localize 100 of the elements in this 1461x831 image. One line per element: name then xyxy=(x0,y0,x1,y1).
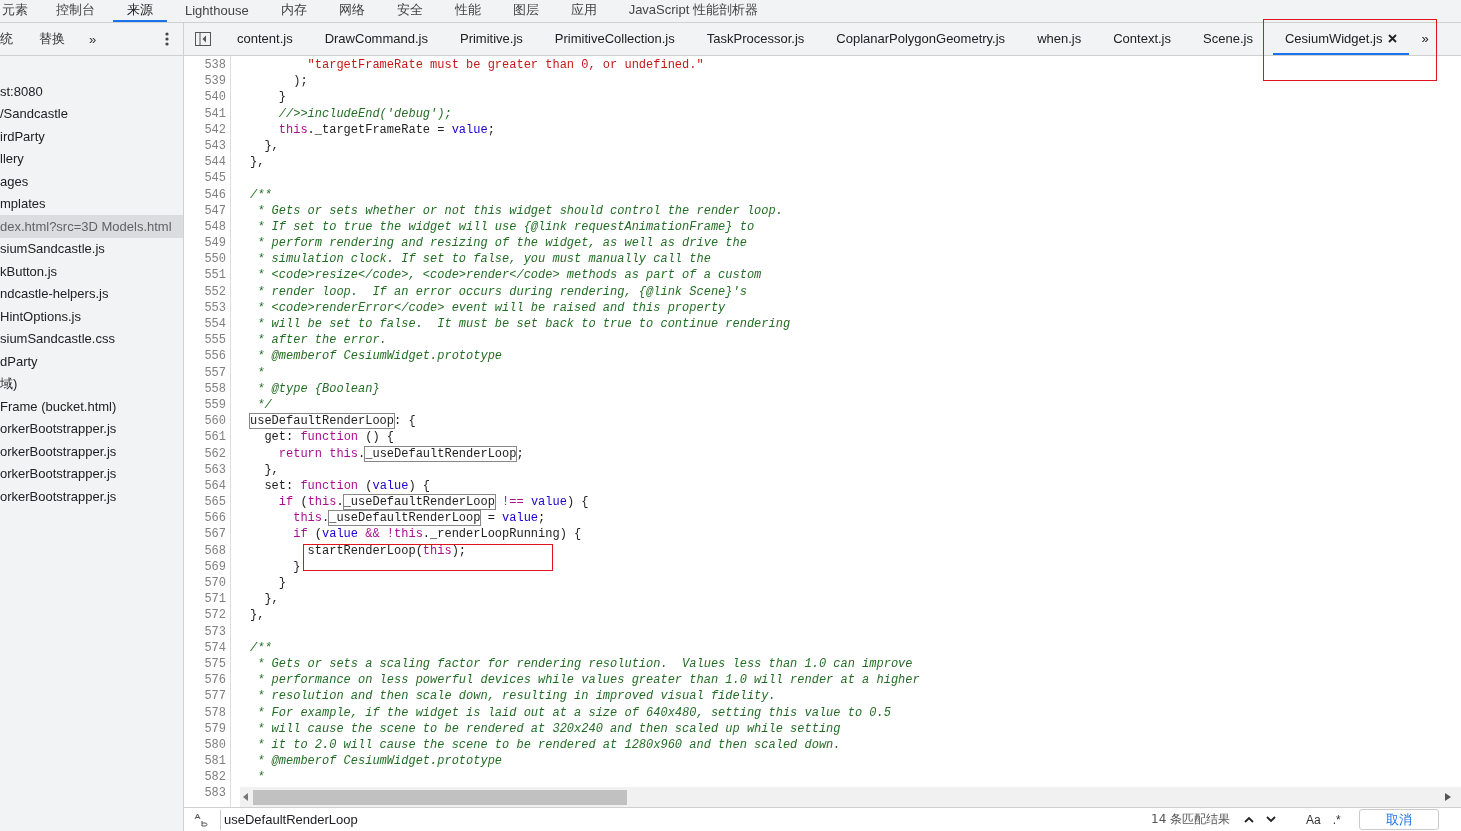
code-line: useDefaultRenderLoop: { xyxy=(250,413,416,430)
horizontal-scrollbar[interactable] xyxy=(240,787,1461,807)
line-number: 566 xyxy=(204,510,226,527)
line-number: 538 xyxy=(204,57,226,74)
code-line: * xyxy=(256,769,265,786)
file-tab[interactable]: CesiumWidget.js xyxy=(1272,23,1410,55)
panel-tab[interactable]: 控制台 xyxy=(42,0,109,22)
file-tree-item[interactable]: ages xyxy=(0,170,183,193)
navigator-tab[interactable]: 统 xyxy=(0,30,27,48)
line-number: 562 xyxy=(204,445,226,462)
scroll-left-icon[interactable] xyxy=(243,793,249,801)
file-tree-item[interactable]: dParty xyxy=(0,350,183,373)
file-tree-item[interactable]: kButton.js xyxy=(0,260,183,283)
more-tabs-button[interactable]: » xyxy=(1413,23,1437,55)
code-line: if (this._useDefaultRenderLoop !== value) { xyxy=(277,494,589,511)
line-number: 548 xyxy=(204,218,226,236)
panel-tab[interactable]: 网络 xyxy=(324,0,379,22)
file-tree-item[interactable]: orkerBootstrapper.js xyxy=(0,417,183,440)
file-tree-item[interactable]: /Sandcastle xyxy=(0,102,183,125)
file-tree-item[interactable]: ndcastle-helpers.js xyxy=(0,282,183,305)
navigator-tab[interactable]: 替换 xyxy=(27,30,77,48)
code-line: } xyxy=(277,575,286,592)
file-tab[interactable]: CoplanarPolygonGeometry.js xyxy=(820,23,1022,55)
line-number: 579 xyxy=(204,720,226,737)
line-number: 565 xyxy=(204,494,226,511)
line-number: 578 xyxy=(204,704,226,721)
code-line: * xyxy=(256,364,265,381)
line-number: 545 xyxy=(204,170,226,187)
code-line: }, xyxy=(263,137,279,155)
file-tree-item[interactable]: HintOptions.js xyxy=(0,305,183,328)
code-line: //>>includeEnd('debug'); xyxy=(277,105,452,122)
line-number: 568 xyxy=(204,542,226,559)
code-line: * Gets or sets whether or not this widget should control the render loop. xyxy=(256,202,783,219)
line-number: 573 xyxy=(204,623,226,640)
panel-tab[interactable]: 元素 xyxy=(0,0,38,22)
panel-tab[interactable]: 性能 xyxy=(440,0,495,22)
line-number: 572 xyxy=(204,607,226,624)
file-tab[interactable]: TaskProcessor.js xyxy=(690,23,821,55)
close-icon[interactable] xyxy=(1388,33,1398,43)
file-tab[interactable]: DrawCommand.js xyxy=(308,23,444,55)
code-line: } xyxy=(277,89,286,106)
line-number: 551 xyxy=(204,267,226,284)
file-tab[interactable]: Primitive.js xyxy=(443,23,539,55)
code-line: * @type {Boolean} xyxy=(256,380,380,397)
scroll-right-icon[interactable] xyxy=(1445,793,1451,801)
line-number: 542 xyxy=(204,121,226,138)
code-line: * performance on less powerful devices while values greater than 1.0 will render at a higher xyxy=(256,672,920,689)
file-tree-item[interactable]: llery xyxy=(0,147,183,170)
file-tree-item[interactable]: siumSandcastle.css xyxy=(0,327,183,350)
replace-toggle-icon[interactable] xyxy=(194,812,208,827)
file-tree-item[interactable]: orkerBootstrapper.js xyxy=(0,440,183,463)
cancel-button[interactable]: 取消 xyxy=(1358,809,1439,830)
file-tree-item[interactable]: orkerBootstrapper.js xyxy=(0,485,183,508)
file-tab[interactable]: Scene.js xyxy=(1187,23,1269,55)
file-tab[interactable]: PrimitiveCollection.js xyxy=(538,23,691,55)
more-options-icon[interactable] xyxy=(165,32,169,46)
line-number: 561 xyxy=(204,429,226,446)
panel-tab[interactable]: 安全 xyxy=(382,0,437,22)
code-line: set: function (value) { xyxy=(263,477,431,495)
file-tree-item[interactable]: orkerBootstrapper.js xyxy=(0,462,183,485)
file-tree-item[interactable]: Frame (bucket.html) xyxy=(0,395,183,418)
more-tabs-button[interactable]: » xyxy=(77,31,109,47)
line-number: 575 xyxy=(204,655,226,673)
code-line: }, xyxy=(250,607,265,624)
file-tree-item[interactable]: dex.html?src=3D Models.html xyxy=(0,215,183,238)
line-number: 583 xyxy=(204,785,226,802)
line-number: 571 xyxy=(204,591,226,608)
file-tree-item[interactable]: 域) xyxy=(0,372,183,395)
panel-tab[interactable]: 图层 xyxy=(498,0,553,22)
match-count: 14 条匹配结果 xyxy=(1150,811,1232,828)
code-line: * resolution and then scale down, resulting in improved visual fidelity. xyxy=(256,688,776,705)
code-line: * If set to true the widget will use {@link requestAnimationFrame} to xyxy=(256,218,755,236)
code-line: * For example, if the widget is laid out at a size of 640x480, setting this value to 0.5 xyxy=(256,704,891,721)
panel-tab[interactable]: JavaScript 性能剖析器 xyxy=(614,0,772,22)
line-number: 543 xyxy=(204,137,226,155)
code-line: * will cause the scene to be rendered at 320x240 and then scaled up while setting xyxy=(256,720,841,737)
file-tab[interactable]: content.js xyxy=(221,23,309,55)
file-tab[interactable]: Context.js xyxy=(1097,23,1187,55)
line-number: 563 xyxy=(204,461,226,478)
file-tree-item[interactable]: st:8080 xyxy=(0,80,183,103)
code-line: ); xyxy=(292,73,308,90)
line-number: 547 xyxy=(204,202,226,219)
panel-tab[interactable]: Lighthouse xyxy=(171,0,263,22)
line-number: 567 xyxy=(204,526,226,543)
code-line: if (value && !this._renderLoopRunning) { xyxy=(292,526,582,543)
line-number: 560 xyxy=(204,413,226,430)
file-tree-item[interactable]: mplates xyxy=(0,192,183,215)
panel-tab[interactable]: 内存 xyxy=(266,0,321,22)
code-line: * @memberof CesiumWidget.prototype xyxy=(256,348,503,365)
file-tree-item[interactable]: irdParty xyxy=(0,125,183,148)
line-number: 550 xyxy=(204,251,226,268)
code-line: this._useDefaultRenderLoop = value; xyxy=(292,510,546,527)
line-number: 574 xyxy=(204,639,226,656)
file-tab[interactable]: when.js xyxy=(1021,23,1098,55)
toggle-navigator-icon[interactable] xyxy=(195,32,211,46)
code-line: * after the error. xyxy=(256,332,387,349)
code-line: return this._useDefaultRenderLoop; xyxy=(277,445,524,462)
file-tree-item[interactable]: siumSandcastle.js xyxy=(0,237,183,260)
panel-tab[interactable]: 应用 xyxy=(556,0,611,22)
code-line: */ xyxy=(256,396,272,414)
